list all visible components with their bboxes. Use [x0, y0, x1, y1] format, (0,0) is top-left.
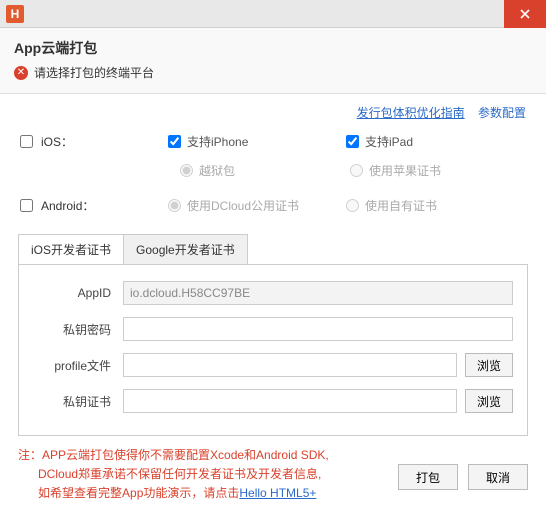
- keycert-label: 私钥证书: [33, 393, 123, 410]
- profile-input[interactable]: [123, 353, 457, 377]
- note-link[interactable]: Hello HTML5+: [239, 486, 316, 500]
- appid-input: [123, 281, 513, 305]
- android-row: Android： 使用DCloud公用证书 使用自有证书: [0, 189, 546, 222]
- close-button[interactable]: [504, 0, 546, 28]
- profile-label: profile文件: [33, 357, 123, 374]
- keycert-input[interactable]: [123, 389, 457, 413]
- support-ipad-checkbox[interactable]: [346, 135, 359, 148]
- links-row: 发行包体积优化指南 参数配置: [0, 94, 546, 125]
- android-label: Android：: [41, 197, 94, 214]
- owncert-label: 使用自有证书: [365, 197, 437, 214]
- close-icon: [520, 9, 530, 19]
- jailbreak-radio[interactable]: [180, 164, 193, 177]
- android-checkbox[interactable]: [20, 199, 33, 212]
- dialog-title: App云端打包: [14, 38, 532, 58]
- titlebar: H: [0, 0, 546, 28]
- footer-note: 注：APP云端打包使得你不需要配置Xcode和Android SDK, DClo…: [18, 446, 398, 504]
- keypwd-input[interactable]: [123, 317, 513, 341]
- note-line2: DCloud郑重承诺不保留任何开发者证书及开发者信息,: [38, 467, 321, 481]
- ios-row: iOS： 支持iPhone 支持iPad: [0, 125, 546, 158]
- note-line1: APP云端打包使得你不需要配置Xcode和Android SDK,: [42, 448, 329, 462]
- ios-subrow: 越狱包 使用苹果证书: [0, 158, 546, 189]
- error-icon: ✕: [14, 66, 28, 80]
- dcloudcert-label: 使用DCloud公用证书: [187, 197, 299, 214]
- footer: 注：APP云端打包使得你不需要配置Xcode和Android SDK, DClo…: [0, 436, 546, 504]
- applecert-radio[interactable]: [350, 164, 363, 177]
- app-logo-icon: H: [6, 5, 24, 23]
- dialog-header: App云端打包 ✕ 请选择打包的终端平台: [0, 28, 546, 94]
- link-param-config[interactable]: 参数配置: [478, 106, 526, 120]
- keypwd-label: 私钥密码: [33, 321, 123, 338]
- dcloudcert-radio[interactable]: [168, 199, 181, 212]
- pack-button[interactable]: 打包: [398, 464, 458, 490]
- ios-checkbox[interactable]: [20, 135, 33, 148]
- keycert-browse-button[interactable]: 浏览: [465, 389, 513, 413]
- applecert-label: 使用苹果证书: [369, 162, 441, 179]
- tab-google-cert[interactable]: Google开发者证书: [124, 235, 247, 264]
- profile-browse-button[interactable]: 浏览: [465, 353, 513, 377]
- cert-form: AppID 私钥密码 profile文件 浏览 私钥证书 浏览: [18, 264, 528, 436]
- appid-label: AppID: [33, 286, 123, 300]
- ios-label: iOS：: [41, 133, 73, 150]
- support-iphone-label: 支持iPhone: [187, 133, 248, 150]
- support-iphone-checkbox[interactable]: [168, 135, 181, 148]
- error-message: ✕ 请选择打包的终端平台: [14, 64, 532, 81]
- support-ipad-label: 支持iPad: [365, 133, 413, 150]
- tab-ios-cert[interactable]: iOS开发者证书: [19, 235, 124, 264]
- note-line3: 如希望查看完整App功能演示，请点击: [38, 486, 239, 500]
- jailbreak-label: 越狱包: [199, 162, 235, 179]
- error-text: 请选择打包的终端平台: [34, 64, 154, 81]
- cert-tabs: iOS开发者证书 Google开发者证书: [18, 234, 248, 264]
- note-prefix: 注：: [18, 448, 42, 462]
- owncert-radio[interactable]: [346, 199, 359, 212]
- link-size-guide[interactable]: 发行包体积优化指南: [357, 106, 465, 120]
- cancel-button[interactable]: 取消: [468, 464, 528, 490]
